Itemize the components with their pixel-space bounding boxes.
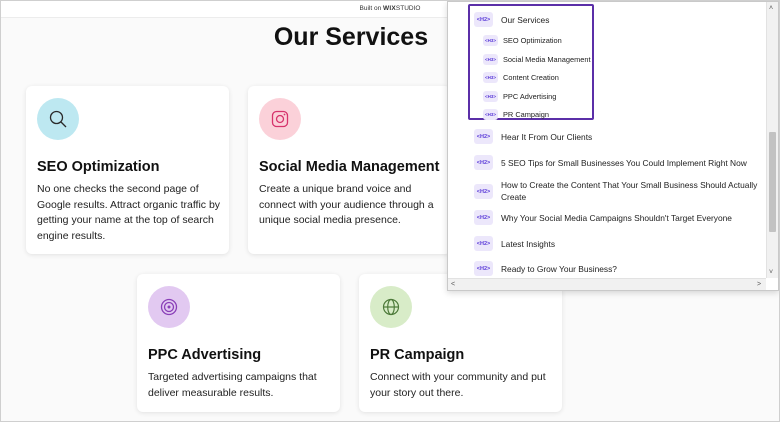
toc-item-social-media-campaigns[interactable]: <H2> Why Your Social Media Campaigns Sho…	[474, 210, 732, 225]
h3-badge: <H3>	[483, 109, 498, 120]
globe-icon	[382, 298, 400, 316]
toc-item-label: Latest Insights	[501, 238, 556, 249]
toc-item-label: PPC Advertising	[503, 92, 557, 101]
card-title: SEO Optimization	[37, 159, 160, 175]
card-title: PPC Advertising	[148, 347, 262, 363]
studio-brand: STUDIO	[395, 5, 421, 12]
card-description: Targeted advertising campaigns that deli…	[148, 371, 317, 399]
h2-badge: <H2>	[474, 184, 493, 199]
toc-item-label: Our Services	[501, 14, 550, 25]
toc-item-social-media-management[interactable]: <H3> Social Media Management	[483, 54, 591, 65]
toc-item-seo-tips[interactable]: <H2> 5 SEO Tips for Small Businesses You…	[474, 155, 747, 170]
toc-item-ready-to-grow[interactable]: <H2> Ready to Grow Your Business?	[474, 261, 617, 276]
h2-badge: <H2>	[474, 210, 493, 225]
search-icon-circle	[37, 98, 79, 140]
toc-item-hear-it-from-our-clients[interactable]: <H2> Hear It From Our Clients	[474, 129, 592, 144]
card-description: No one checks the second page of Google …	[37, 183, 221, 242]
target-icon-circle	[148, 286, 190, 328]
h3-badge: <H3>	[483, 91, 498, 102]
toc-item-label: Hear It From Our Clients	[501, 131, 593, 142]
toc-item-pr-campaign[interactable]: <H3> PR Campaign	[483, 109, 549, 120]
toc-item-our-services[interactable]: <H2> Our Services	[474, 12, 549, 27]
toc-item-label: SEO Optimization	[503, 36, 562, 45]
card-description: Connect with your community and put your…	[370, 371, 546, 399]
toc-item-label: Why Your Social Media Campaigns Shouldn'…	[501, 212, 732, 223]
instagram-icon	[271, 110, 289, 128]
h2-badge: <H2>	[474, 261, 493, 276]
search-icon	[49, 110, 67, 128]
globe-icon-circle	[370, 286, 412, 328]
card-title: PR Campaign	[370, 347, 465, 363]
instagram-icon-circle	[259, 98, 301, 140]
h3-badge: <H3>	[483, 72, 498, 83]
toc-item-label: PR Campaign	[503, 110, 550, 119]
vertical-scrollbar[interactable]: ˄ ˅	[766, 2, 778, 278]
scroll-up-arrow-icon[interactable]: ˄	[769, 4, 773, 13]
h3-badge: <H3>	[483, 54, 498, 65]
scroll-left-arrow-icon[interactable]: <	[451, 280, 455, 289]
service-card-social-media: Social Media Management Create a unique …	[248, 86, 451, 254]
table-of-contents-panel: <H2> Our Services <H3> SEO Optimization …	[447, 1, 779, 291]
card-title: Social Media Management	[259, 159, 440, 175]
toc-item-ppc-advertising[interactable]: <H3> PPC Advertising	[483, 91, 556, 102]
wix-brand: WIX	[383, 5, 396, 12]
toc-item-label: Social Media Management	[503, 55, 591, 64]
toc-item-seo-optimization[interactable]: <H3> SEO Optimization	[483, 35, 562, 46]
h2-badge: <H2>	[474, 129, 493, 144]
h3-badge: <H3>	[483, 35, 498, 46]
service-card-ppc: PPC Advertising Targeted advertising cam…	[137, 274, 340, 412]
toc-item-latest-insights[interactable]: <H2> Latest Insights	[474, 236, 555, 251]
scroll-right-arrow-icon[interactable]: >	[757, 280, 761, 289]
toc-item-label: Ready to Grow Your Business?	[501, 263, 617, 274]
toc-item-content-to-create[interactable]: <H2> How to Create the Content That Your…	[474, 180, 761, 203]
scrollbar-thumb[interactable]	[769, 132, 776, 232]
toc-item-label: How to Create the Content That Your Smal…	[501, 180, 758, 202]
toc-item-label: 5 SEO Tips for Small Businesses You Coul…	[501, 157, 747, 168]
service-card-seo: SEO Optimization No one checks the secon…	[26, 86, 229, 254]
card-description: Create a unique brand voice and connect …	[259, 183, 434, 226]
h2-badge: <H2>	[474, 236, 493, 251]
h2-badge: <H2>	[474, 155, 493, 170]
toc-item-content-creation[interactable]: <H3> Content Creation	[483, 72, 559, 83]
h2-badge: <H2>	[474, 12, 493, 27]
target-icon	[160, 298, 178, 316]
scroll-down-arrow-icon[interactable]: ˅	[769, 268, 773, 277]
toc-item-label: Content Creation	[503, 73, 559, 82]
horizontal-scrollbar[interactable]: < >	[448, 278, 766, 290]
website-frame: Built on WIXSTUDIO Our Services SEO Opti…	[0, 0, 780, 422]
built-on-prefix: Built on	[359, 5, 382, 12]
page-title: Our Services	[273, 23, 429, 51]
service-card-pr: PR Campaign Connect with your community …	[359, 274, 562, 412]
